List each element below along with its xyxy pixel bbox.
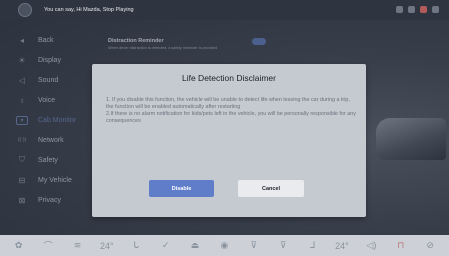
disclaimer-line-1: 1. If you disable this function, the veh… (106, 97, 350, 110)
volume-icon[interactable]: ◁) (363, 240, 379, 251)
cancel-button[interactable]: Cancel (238, 180, 304, 197)
status-icons (396, 6, 439, 13)
windshield-icon[interactable]: ⊽ (246, 240, 262, 251)
status-bar: You can say, Hi Mazda, Stop Playing (0, 0, 449, 20)
seat-icon[interactable]: ᒐ (128, 240, 144, 251)
voice-assistant-icon[interactable] (18, 3, 32, 17)
disclaimer-line-2: 2.If there is no alarm notification for … (106, 111, 356, 124)
disable-button[interactable]: Disable (149, 180, 214, 197)
car-recirc-icon[interactable]: ⏏ (187, 240, 203, 251)
airflow-icon[interactable]: ✓ (158, 240, 174, 251)
wifi-icon (408, 6, 415, 13)
climate-control-bar: ✿ ⌒ ≋ 24° ᒐ ✓ ⏏ ◉ ⊽ ⊽ ᒧ 24° ◁) ⊓ ⊘ (0, 235, 449, 256)
dialog-title: Life Detection Disclaimer (181, 73, 276, 83)
battery-icon (432, 6, 439, 13)
dialog-body: 1. If you disable this function, the veh… (106, 97, 356, 125)
alert-icon (420, 6, 427, 13)
temperature-right-icon[interactable]: 24° (334, 241, 350, 251)
voice-hint-text: You can say, Hi Mazda, Stop Playing (44, 7, 134, 13)
fan-speed-icon[interactable]: ◉ (216, 240, 232, 251)
wheel-heat-icon[interactable]: ⊘ (422, 240, 438, 251)
life-detection-dialog: Life Detection Disclaimer 1. If you disa… (92, 64, 366, 217)
fan-mode-icon[interactable]: ⌒ (40, 239, 56, 252)
defrost-icon[interactable]: ✿ (11, 240, 27, 251)
seat-heat-icon[interactable]: ≋ (69, 240, 85, 251)
seat-right-icon[interactable]: ᒧ (305, 240, 321, 251)
temperature-left-icon[interactable]: 24° (99, 241, 115, 251)
rear-defrost-icon[interactable]: ⊽ (275, 240, 291, 251)
lock-icon[interactable]: ⊓ (393, 240, 409, 251)
signal-icon (396, 6, 403, 13)
